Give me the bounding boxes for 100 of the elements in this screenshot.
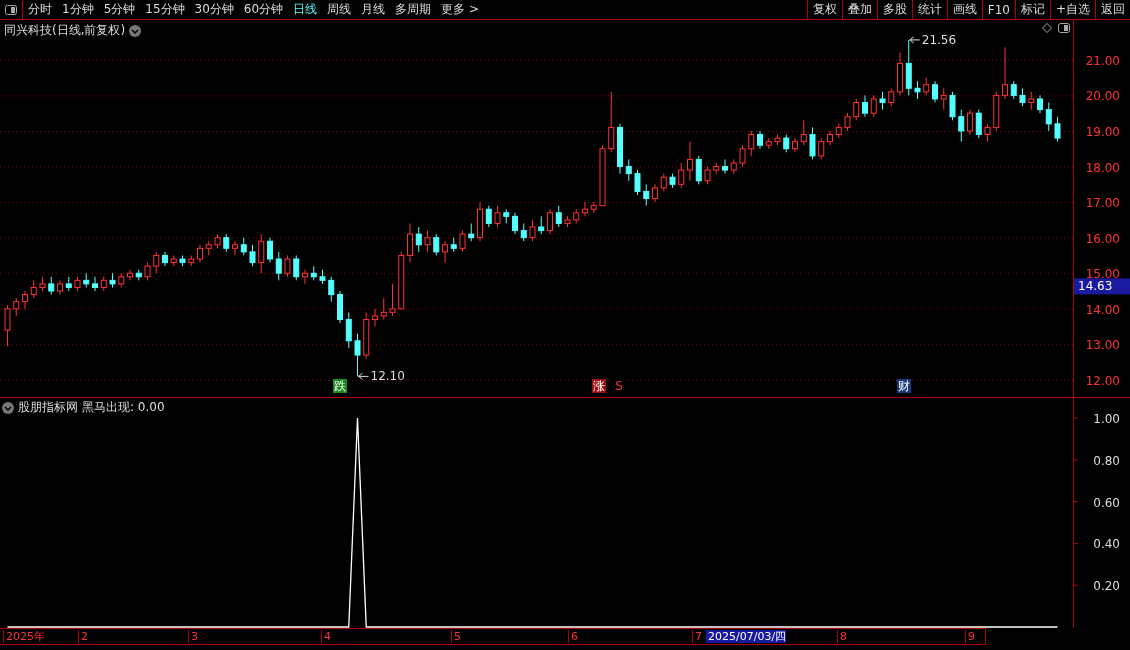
candlestick <box>932 80 938 104</box>
more-menu[interactable]: 更多 > <box>436 1 484 18</box>
signal-tag: 跌 <box>333 379 347 393</box>
candlestick <box>722 158 728 175</box>
toolbar-button[interactable]: +自选 <box>1049 0 1095 19</box>
candlestick <box>485 205 492 228</box>
panel-toggle-icon[interactable] <box>1058 23 1070 33</box>
period-tab[interactable]: 日线 <box>288 1 323 18</box>
candlestick <box>494 205 501 228</box>
candlestick <box>459 230 466 253</box>
indicator-axis-label: 0.80 <box>1093 453 1120 468</box>
candlestick <box>1045 102 1052 132</box>
candlestick <box>809 126 816 160</box>
candlestick <box>92 276 98 292</box>
candlestick <box>380 297 387 320</box>
price-axis-label: 14.00 <box>1085 302 1120 317</box>
signal-tag: 涨 <box>592 379 606 393</box>
candlestick <box>293 254 300 281</box>
current-price-tag: 14.63 <box>1074 278 1130 295</box>
time-axis-label: 2025年 <box>3 630 45 643</box>
candlestick <box>800 119 807 146</box>
time-axis-label: 9 <box>965 630 975 643</box>
indicator-axis-label: 0.20 <box>1093 579 1120 594</box>
time-axis-label: 4 <box>321 630 331 643</box>
candlestick <box>687 141 693 182</box>
panel-toggle-icon[interactable] <box>5 4 17 15</box>
candlestick <box>1054 116 1061 143</box>
candlestick <box>608 91 615 153</box>
chevron-down-icon[interactable] <box>2 401 14 414</box>
candlestick <box>975 109 982 139</box>
candlestick <box>258 233 265 274</box>
candlestick <box>275 251 282 281</box>
period-tab[interactable]: 5分钟 <box>98 1 141 18</box>
cursor-date-label: 2025/07/03/四 <box>706 630 787 643</box>
candlestick <box>643 183 650 207</box>
time-axis-label: 5 <box>451 630 461 643</box>
indicator-name: 股朋指标网 <box>18 399 78 416</box>
toolbar-button[interactable]: F10 <box>981 0 1015 19</box>
time-axis-label: 6 <box>568 630 578 643</box>
candlestick <box>389 283 396 317</box>
period-tab[interactable]: 分时 <box>23 1 57 18</box>
period-tab[interactable]: 30分钟 <box>189 1 239 18</box>
toolbar-button[interactable]: 标记 <box>1014 0 1050 19</box>
candlestick <box>328 276 335 303</box>
chart-title: 同兴科技(日线,前复权) <box>4 22 126 39</box>
candlestick <box>555 205 562 228</box>
period-tab[interactable]: 周线 <box>322 1 357 18</box>
price-axis-label: 17.00 <box>1085 196 1120 211</box>
candlestick <box>870 94 877 118</box>
signal-tag: 财 <box>897 379 911 393</box>
candlestick <box>345 311 352 349</box>
candlestick <box>232 240 238 256</box>
candlestick <box>433 233 440 256</box>
candlestick <box>853 98 860 121</box>
candlestick <box>127 269 133 281</box>
price-axis-label: 19.00 <box>1085 124 1120 139</box>
candlestick <box>512 212 518 235</box>
period-tab[interactable]: 多周期 <box>390 1 437 18</box>
candlestick <box>415 226 422 253</box>
candlestick <box>625 158 632 182</box>
candlestick <box>949 91 956 121</box>
toolbar-button[interactable]: 返回 <box>1095 0 1130 19</box>
time-axis-label: 8 <box>837 630 847 643</box>
price-axis-label: 21.00 <box>1085 53 1120 68</box>
candlestick <box>442 240 448 264</box>
diamond-icon[interactable] <box>1042 23 1052 33</box>
candlestick <box>547 208 553 235</box>
candlestick <box>153 251 160 274</box>
toolbar-button[interactable]: 叠加 <box>841 0 877 19</box>
chevron-down-icon[interactable] <box>129 24 142 37</box>
candlestick <box>695 155 702 185</box>
price-axis-label: 18.00 <box>1085 160 1120 175</box>
candlestick <box>249 244 256 267</box>
candlestick <box>4 304 11 347</box>
candlestick <box>424 230 431 253</box>
period-tab[interactable]: 60分钟 <box>238 1 289 18</box>
period-tab[interactable]: 1分钟 <box>57 1 99 18</box>
candlestick <box>284 254 291 278</box>
candlestick <box>529 219 536 242</box>
price-axis-label: 16.00 <box>1085 231 1120 246</box>
time-axis-label: 2 <box>78 630 88 643</box>
indicator-value: 黑马出现: 0.00 <box>82 399 165 416</box>
indicator-axis-label: 0.60 <box>1093 495 1120 510</box>
period-tab[interactable]: 15分钟 <box>140 1 190 18</box>
toolbar-button[interactable]: 统计 <box>911 0 947 19</box>
candlestick <box>22 290 28 310</box>
candlestick <box>267 237 273 264</box>
toolbar-button[interactable]: 画线 <box>946 0 982 19</box>
candlestick <box>940 87 947 111</box>
candlestick <box>748 130 755 157</box>
candlestick <box>967 109 973 136</box>
period-tab[interactable]: 月线 <box>356 1 391 18</box>
price-axis-label: 13.00 <box>1085 338 1120 353</box>
candlestick <box>634 169 641 196</box>
candlestick <box>407 222 413 264</box>
candlestick <box>678 162 685 189</box>
candlestick <box>1002 46 1008 100</box>
price-axis-label: 12.00 <box>1085 373 1120 388</box>
toolbar-button[interactable]: 复权 <box>806 0 842 19</box>
toolbar-button[interactable]: 多股 <box>876 0 912 19</box>
